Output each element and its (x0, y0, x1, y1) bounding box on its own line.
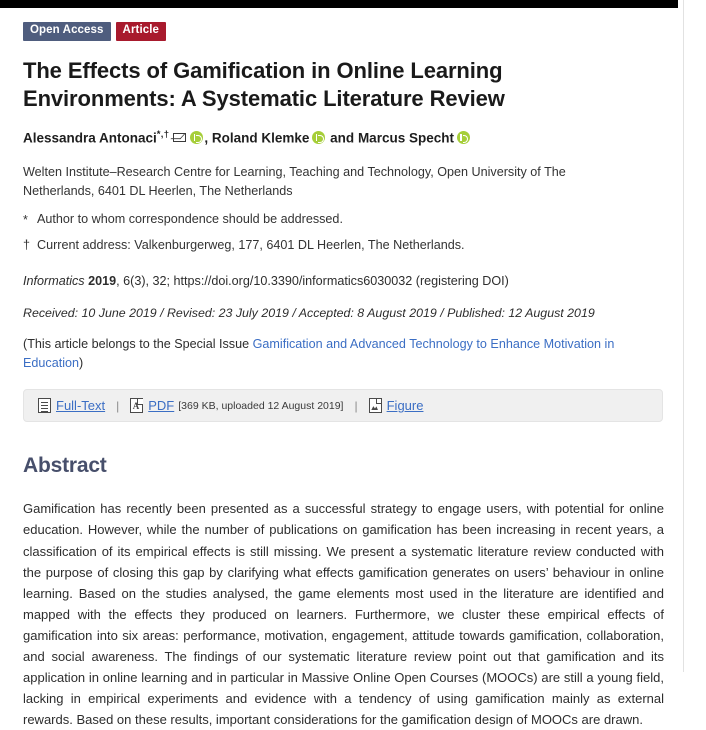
pdf-label: PDF (148, 398, 175, 414)
author-name-1[interactable]: Alessandra Antonaci (23, 130, 157, 145)
open-access-badge[interactable]: Open Access (23, 22, 111, 41)
citation-volume-issue-page: , 6(3), 32; (116, 273, 174, 288)
author-name-2[interactable]: Roland Klemke (212, 130, 310, 145)
pdf-icon (130, 398, 144, 414)
special-issue-suffix: ) (79, 356, 84, 371)
fulltext-label: Full-Text (56, 398, 106, 414)
abstract-text: Gamification has recently been presented… (23, 501, 664, 727)
citation-line: Informatics 2019, 6(3), 32; https://doi.… (23, 272, 663, 291)
orcid-icon[interactable] (312, 131, 326, 145)
download-separator: | (116, 398, 120, 413)
author-name-3[interactable]: Marcus Specht (358, 130, 454, 145)
page-title: The Effects of Gamification in Online Le… (23, 57, 505, 111)
badge-row: Open Access Article (23, 22, 663, 41)
article-page: Open Access Article The Effects of Gamif… (0, 8, 683, 727)
author-conjunction: and (330, 130, 355, 146)
correspondence-note: * Author to whom correspondence should b… (23, 210, 663, 229)
note-mark-asterisk: * (23, 212, 28, 227)
download-separator: | (354, 398, 358, 413)
figure-label: Figure (386, 398, 424, 414)
pdf-meta: [369 KB, uploaded 12 August 2019] (178, 399, 344, 412)
abstract-heading: Abstract (23, 454, 107, 478)
author-list: Alessandra Antonaci*,†, Roland Klemke an… (23, 128, 663, 149)
special-issue-prefix: (This article belongs to the Special Iss… (23, 337, 253, 352)
publication-dates: Received: 10 June 2019 / Revised: 23 Jul… (23, 305, 595, 320)
author-1-marks: *,† (156, 128, 170, 140)
top-black-bar (0, 0, 678, 8)
orcid-icon[interactable] (456, 131, 470, 145)
doi-suffix: (registering DOI) (412, 273, 509, 288)
note-mark-dagger: † (23, 237, 31, 252)
doi-link[interactable]: https://doi.org/10.3390/informatics60300… (174, 274, 413, 288)
download-bar: Full-Text | PDF [369 KB, uploaded 12 Aug… (23, 389, 663, 423)
affiliation-text: Welten Institute–Research Centre for Lea… (23, 164, 566, 198)
special-issue-line: (This article belongs to the Special Iss… (23, 335, 653, 373)
document-icon (38, 398, 51, 414)
figure-link[interactable]: Figure (368, 398, 424, 414)
article-type-badge[interactable]: Article (115, 22, 167, 41)
pdf-link[interactable]: PDF (130, 398, 175, 414)
fulltext-link[interactable]: Full-Text (38, 398, 106, 414)
note-text-asterisk: Author to whom correspondence should be … (37, 211, 343, 226)
image-icon (368, 398, 382, 414)
journal-name: Informatics (23, 273, 85, 288)
citation-year: 2019 (88, 273, 117, 288)
orcid-icon[interactable] (190, 131, 204, 145)
note-text-dagger: Current address: Valkenburgerweg, 177, 6… (37, 237, 465, 252)
right-border-rule (683, 0, 684, 672)
envelope-icon[interactable] (173, 133, 187, 143)
author-separator-1: , (204, 130, 209, 146)
current-address-note: † Current address: Valkenburgerweg, 177,… (23, 236, 663, 255)
